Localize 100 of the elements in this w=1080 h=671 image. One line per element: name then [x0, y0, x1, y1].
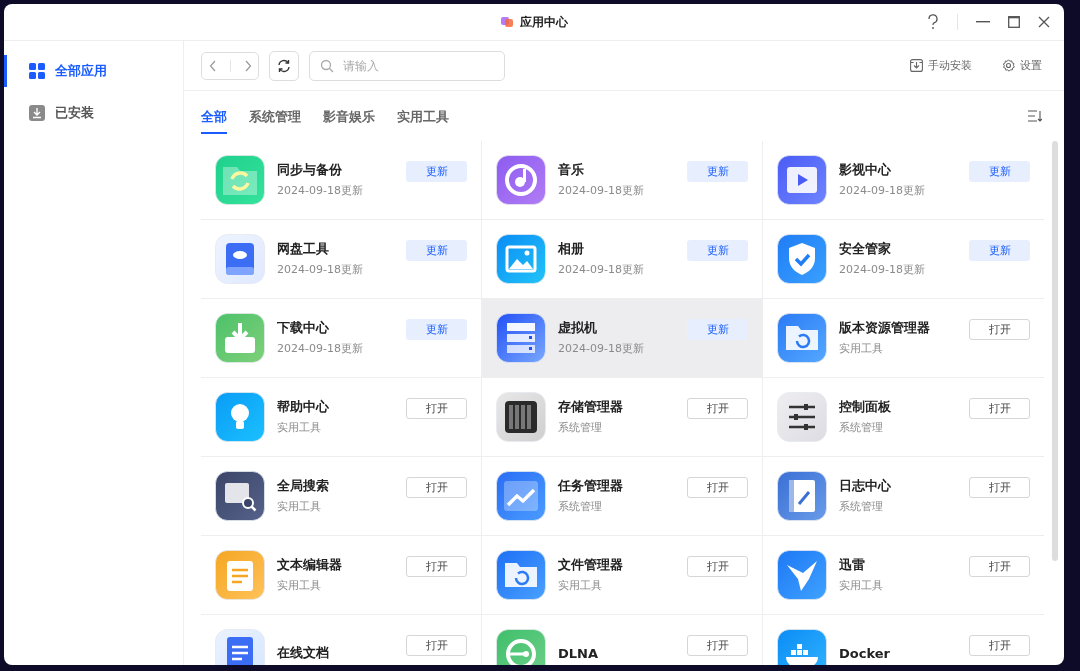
- category-tab[interactable]: 全部: [201, 102, 227, 134]
- open-button[interactable]: 打开: [687, 397, 748, 419]
- app-subtitle: 2024-09-18更新: [277, 261, 364, 277]
- app-subtitle: 实用工具: [277, 419, 322, 435]
- maximize-icon[interactable]: [1008, 16, 1020, 28]
- app-icon: [777, 471, 827, 521]
- app-card[interactable]: 日志中心 系统管理 打开: [763, 457, 1044, 536]
- app-card[interactable]: 迅雷 实用工具 打开: [763, 536, 1044, 615]
- app-name: 下载中心: [277, 318, 330, 337]
- app-card[interactable]: 存储管理器 系统管理 打开: [482, 378, 763, 457]
- app-card[interactable]: 虚拟机 2024-09-18更新 更新: [482, 299, 763, 378]
- sidebar-item[interactable]: 全部应用: [4, 55, 183, 87]
- app-card[interactable]: 音乐 2024-09-18更新 更新: [482, 141, 763, 220]
- open-button[interactable]: 打开: [969, 634, 1030, 656]
- app-name: 影视中心: [839, 160, 892, 179]
- app-subtitle: 实用工具: [839, 340, 884, 356]
- app-icon: [777, 155, 827, 205]
- app-name: 同步与备份: [277, 160, 343, 179]
- app-card[interactable]: DLNA 打开: [482, 615, 763, 665]
- app-icon: [777, 392, 827, 442]
- app-subtitle: 系统管理: [558, 419, 603, 435]
- update-button[interactable]: 更新: [406, 160, 467, 182]
- open-button[interactable]: 打开: [969, 555, 1030, 577]
- open-button[interactable]: 打开: [406, 634, 467, 656]
- update-button[interactable]: 更新: [406, 318, 467, 340]
- app-card[interactable]: 影视中心 2024-09-18更新 更新: [763, 141, 1044, 220]
- open-button[interactable]: 打开: [687, 476, 748, 498]
- app-card[interactable]: 同步与备份 2024-09-18更新 更新: [201, 141, 482, 220]
- app-name: 在线文档: [277, 644, 330, 662]
- search-field[interactable]: 请输入: [309, 50, 505, 81]
- app-card[interactable]: 帮助中心 实用工具 打开: [201, 378, 482, 457]
- app-icon: [215, 471, 265, 521]
- update-button[interactable]: 更新: [969, 160, 1030, 182]
- app-subtitle: 2024-09-18更新: [558, 261, 645, 277]
- app-card[interactable]: 相册 2024-09-18更新 更新: [482, 220, 763, 299]
- update-button[interactable]: 更新: [687, 160, 748, 182]
- scrollbar[interactable]: [1052, 141, 1058, 561]
- minimize-icon[interactable]: [976, 21, 990, 23]
- update-button[interactable]: 更新: [687, 239, 748, 261]
- open-button[interactable]: 打开: [406, 476, 467, 498]
- app-card[interactable]: 安全管家 2024-09-18更新 更新: [763, 220, 1044, 299]
- close-icon[interactable]: [1038, 16, 1050, 28]
- app-card[interactable]: 控制面板 系统管理 打开: [763, 378, 1044, 457]
- category-tab[interactable]: 影音娱乐: [323, 102, 375, 134]
- app-name: 文件管理器: [558, 555, 624, 574]
- update-button[interactable]: 更新: [687, 318, 748, 340]
- app-name: 版本资源管理器: [839, 318, 931, 337]
- app-icon: [496, 550, 546, 600]
- app-card[interactable]: 网盘工具 2024-09-18更新 更新: [201, 220, 482, 299]
- forward-icon[interactable]: [243, 59, 252, 72]
- update-button[interactable]: 更新: [406, 239, 467, 261]
- app-icon: [215, 550, 265, 600]
- app-subtitle: 2024-09-18更新: [839, 261, 926, 277]
- app-name: 文本编辑器: [277, 555, 343, 574]
- app-subtitle: 系统管理: [839, 419, 884, 435]
- app-card[interactable]: 文本编辑器 实用工具 打开: [201, 536, 482, 615]
- refresh-button[interactable]: [269, 50, 299, 81]
- sidebar-item[interactable]: 已安装: [4, 97, 183, 129]
- update-button[interactable]: 更新: [969, 239, 1030, 261]
- app-card[interactable]: 下载中心 2024-09-18更新 更新: [201, 299, 482, 378]
- app-name: 迅雷: [839, 555, 866, 574]
- install-icon: [910, 59, 923, 72]
- app-subtitle: 2024-09-18更新: [558, 340, 645, 356]
- app-name: DLNA: [558, 645, 599, 661]
- app-icon: [496, 313, 546, 363]
- app-subtitle: 2024-09-18更新: [558, 182, 645, 198]
- open-button[interactable]: 打开: [406, 555, 467, 577]
- settings-button[interactable]: 设置: [998, 58, 1046, 73]
- help-icon[interactable]: [927, 14, 939, 30]
- open-button[interactable]: 打开: [969, 476, 1030, 498]
- gear-icon: [1002, 59, 1015, 72]
- app-name: 全局搜索: [277, 476, 330, 495]
- manual-install-button[interactable]: 手动安装: [906, 58, 976, 73]
- app-name: 安全管家: [839, 239, 892, 258]
- app-subtitle: 实用工具: [277, 498, 322, 514]
- open-button[interactable]: 打开: [406, 397, 467, 419]
- back-icon[interactable]: [208, 59, 217, 72]
- open-button[interactable]: 打开: [969, 318, 1030, 340]
- app-card[interactable]: 文件管理器 实用工具 打开: [482, 536, 763, 615]
- app-name: 控制面板: [839, 397, 892, 416]
- app-icon: [496, 155, 546, 205]
- app-card[interactable]: 在线文档 打开: [201, 615, 482, 665]
- app-card[interactable]: 版本资源管理器 实用工具 打开: [763, 299, 1044, 378]
- sort-icon[interactable]: [1028, 110, 1042, 122]
- app-card[interactable]: Docker 打开: [763, 615, 1044, 665]
- app-card[interactable]: 任务管理器 系统管理 打开: [482, 457, 763, 536]
- app-icon: [215, 392, 265, 442]
- open-button[interactable]: 打开: [687, 634, 748, 656]
- app-card[interactable]: 全局搜索 实用工具 打开: [201, 457, 482, 536]
- window-title: 应用中心: [520, 13, 568, 31]
- category-tab[interactable]: 实用工具: [397, 102, 449, 134]
- app-subtitle: 系统管理: [558, 498, 603, 514]
- app-name: 日志中心: [839, 476, 892, 495]
- open-button[interactable]: 打开: [687, 555, 748, 577]
- refresh-icon: [277, 58, 291, 73]
- open-button[interactable]: 打开: [969, 397, 1030, 419]
- app-name: 相册: [558, 239, 585, 258]
- category-tab[interactable]: 系统管理: [249, 102, 301, 134]
- app-logo-icon: [500, 15, 514, 29]
- app-name: 网盘工具: [277, 239, 330, 258]
